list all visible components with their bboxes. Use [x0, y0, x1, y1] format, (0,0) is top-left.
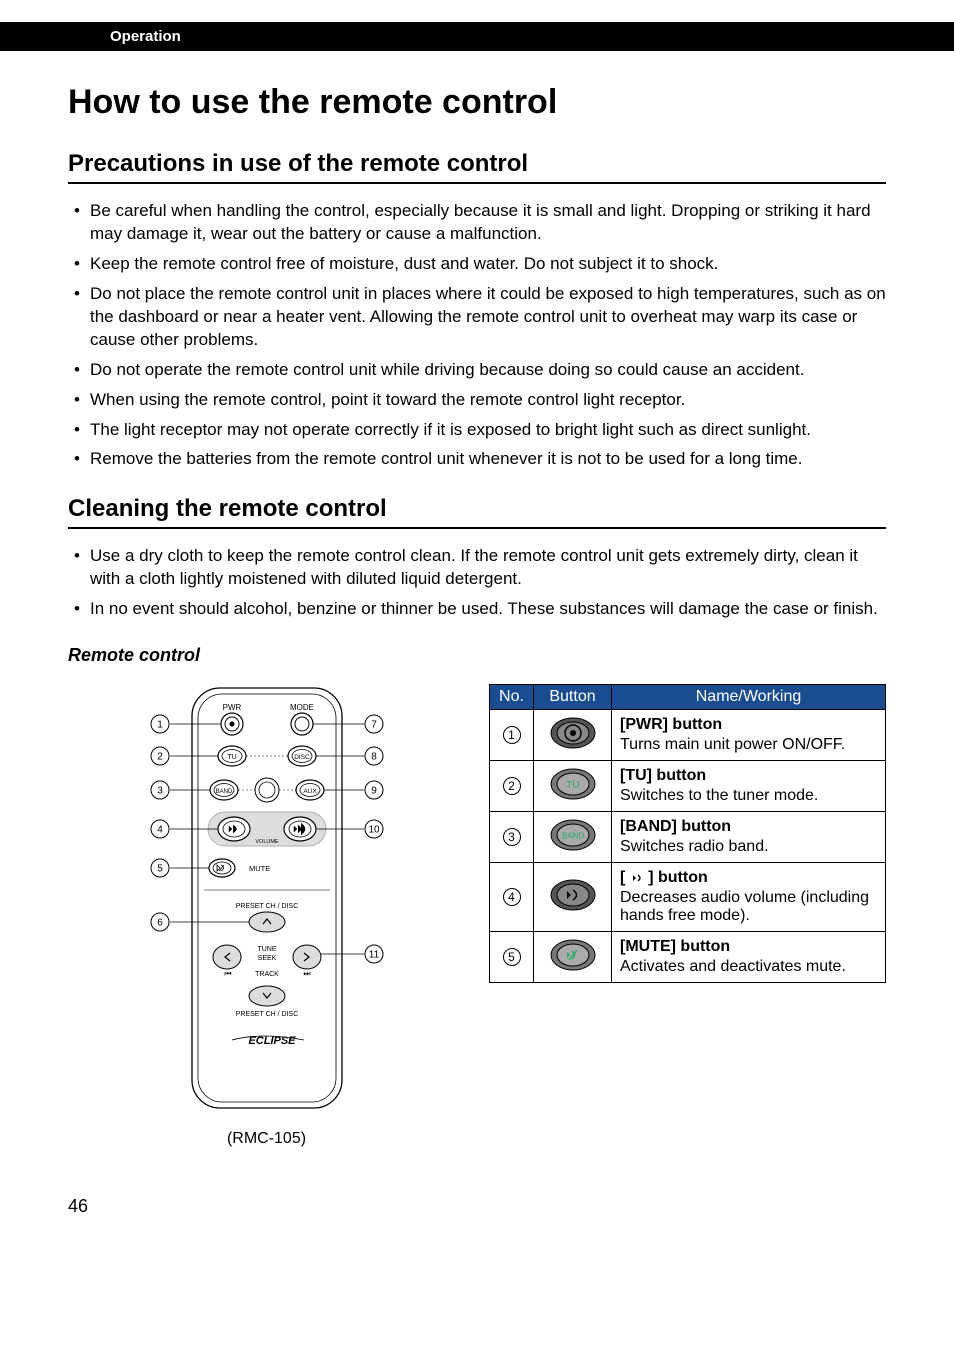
svg-text:1: 1	[157, 720, 163, 731]
list-item: Do not place the remote control unit in …	[68, 283, 886, 352]
cell-button-icon	[534, 710, 612, 761]
th-working: Name/Working	[612, 685, 886, 710]
list-item: Remove the batteries from the remote con…	[68, 448, 886, 471]
cell-no: 1	[490, 710, 534, 761]
svg-text:TUNE: TUNE	[257, 946, 276, 953]
cleaning-list: Use a dry cloth to keep the remote contr…	[68, 545, 886, 621]
circled-number-icon: 1	[503, 726, 521, 744]
svg-text:⏭: ⏭	[303, 969, 310, 978]
cell-button-icon	[534, 863, 612, 932]
heading-cleaning: Cleaning the remote control	[68, 495, 886, 529]
circled-number-icon: 2	[503, 777, 521, 795]
section-header-label: Operation	[110, 28, 181, 45]
precautions-list: Be careful when handling the control, es…	[68, 200, 886, 471]
cell-no: 2	[490, 761, 534, 812]
label-aux: AUX	[303, 788, 317, 795]
button-name: [BAND] button	[620, 818, 877, 836]
button-work: Switches to the tuner mode.	[620, 787, 877, 805]
voldown-icon	[547, 877, 599, 918]
svg-text:BAND: BAND	[561, 831, 583, 840]
label-preset-bottom: PRESET CH / DISC	[235, 1011, 298, 1018]
cell-button-icon	[534, 932, 612, 983]
cell-button-icon: BAND	[534, 812, 612, 863]
cell-desc: [PWR] button Turns main unit power ON/OFF…	[612, 710, 886, 761]
cell-button-icon: TU	[534, 761, 612, 812]
svg-text:6: 6	[157, 918, 163, 929]
button-work: Switches radio band.	[620, 838, 877, 856]
button-work: Activates and deactivates mute.	[620, 958, 877, 976]
svg-text:SEEK: SEEK	[257, 955, 276, 962]
label-mode: MODE	[290, 703, 314, 712]
button-table: No. Button Name/Working 1 [PWR] button Tur…	[489, 684, 886, 983]
svg-text:7: 7	[371, 720, 377, 731]
table-row: 1 [PWR] button Turns main unit power ON/OF…	[490, 710, 886, 761]
table-row: 3 BAND [BAND] button Switches radio band.	[490, 812, 886, 863]
label-tu: TU	[227, 754, 236, 761]
list-item: Keep the remote control free of moisture…	[68, 253, 886, 276]
label-disc: DISC	[294, 754, 310, 761]
label-volume: VOLUME	[255, 839, 279, 845]
cell-no: 3	[490, 812, 534, 863]
list-item: In no event should alcohol, benzine or t…	[68, 598, 886, 621]
label-pwr: PWR	[222, 703, 241, 712]
mute-icon	[547, 937, 599, 978]
svg-text:11: 11	[368, 950, 379, 961]
label-band: BAND	[215, 789, 232, 795]
button-work: Decreases audio volume (including hands …	[620, 889, 877, 925]
svg-text:TU: TU	[566, 780, 579, 791]
pwr-icon	[547, 715, 599, 756]
svg-text:8: 8	[371, 752, 377, 763]
button-name: [ ] button	[620, 869, 877, 887]
svg-text:4: 4	[157, 825, 163, 836]
label-track: TRACK	[255, 971, 279, 978]
heading-remote-figure: Remote control	[68, 645, 886, 666]
circled-number-icon: 4	[503, 888, 521, 906]
cell-no: 4	[490, 863, 534, 932]
svg-text:10: 10	[368, 825, 380, 836]
th-button: Button	[534, 685, 612, 710]
svg-text:2: 2	[157, 752, 163, 763]
circled-number-icon: 3	[503, 828, 521, 846]
cell-desc: [MUTE] button Activates and deactivates m…	[612, 932, 886, 983]
button-name: [MUTE] button	[620, 938, 877, 956]
section-header: Operation	[0, 22, 954, 51]
table-row: 4 [ ] button Decreases audio volume (inclu…	[490, 863, 886, 932]
cell-desc: [TU] button Switches to the tuner mode.	[612, 761, 886, 812]
band-icon: BAND	[547, 817, 599, 858]
table-row: 5 [MUTE] button Activates and deactivates …	[490, 932, 886, 983]
remote-figure: PWR MODE TU	[68, 682, 465, 1148]
page-number: 46	[68, 1196, 954, 1217]
svg-text:5: 5	[157, 864, 163, 875]
svg-text:⏮: ⏮	[224, 969, 231, 978]
list-item: When using the remote control, point it …	[68, 389, 886, 412]
label-mute: MUTE	[249, 864, 270, 873]
table-row: 2 TU [TU] button Switches to the tuner mode…	[490, 761, 886, 812]
tu-icon: TU	[547, 766, 599, 807]
volume-down-icon	[630, 871, 644, 885]
button-name: [PWR] button	[620, 716, 877, 734]
remote-caption: (RMC-105)	[68, 1130, 465, 1148]
cell-desc: [BAND] button Switches radio band.	[612, 812, 886, 863]
button-work: Turns main unit power ON/OFF.	[620, 736, 877, 754]
brand-label: ECLIPSE	[248, 1035, 296, 1047]
list-item: Use a dry cloth to keep the remote contr…	[68, 545, 886, 591]
list-item: Be careful when handling the control, es…	[68, 200, 886, 246]
list-item: The light receptor may not operate corre…	[68, 419, 886, 442]
remote-diagram: PWR MODE TU	[112, 682, 422, 1122]
heading-precautions: Precautions in use of the remote control	[68, 150, 886, 184]
th-no: No.	[490, 685, 534, 710]
page-title: How to use the remote control	[68, 83, 886, 122]
cell-desc: [ ] button Decreases audio volume (includ…	[612, 863, 886, 932]
label-preset-top: PRESET CH / DISC	[235, 903, 298, 910]
svg-text:3: 3	[157, 786, 163, 797]
circled-number-icon: 5	[503, 948, 521, 966]
cell-no: 5	[490, 932, 534, 983]
button-name: [TU] button	[620, 767, 877, 785]
svg-text:9: 9	[371, 786, 377, 797]
list-item: Do not operate the remote control unit w…	[68, 359, 886, 382]
